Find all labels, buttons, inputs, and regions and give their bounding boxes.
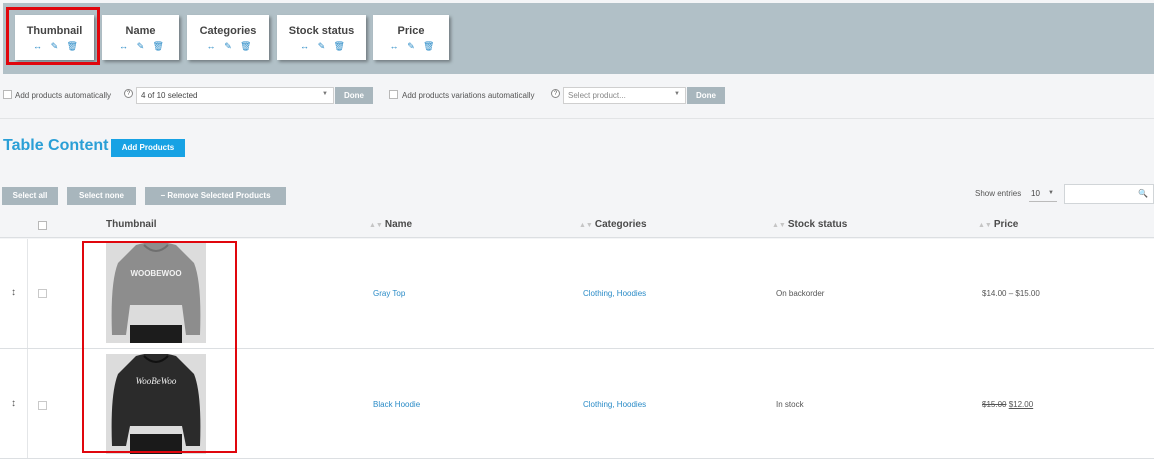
highlight-thumbnail-card [6, 7, 100, 65]
stock-status: In stock [776, 400, 804, 409]
trash-icon[interactable]: 🗑 [334, 41, 345, 51]
show-entries-label: Show entries [975, 189, 1022, 198]
column-card-price[interactable]: Price ↔ ✎ 🗑 [373, 15, 449, 60]
sort-icon: ▲▼ [772, 222, 786, 229]
chevron-down-icon: ▼ [674, 91, 680, 97]
header-name[interactable]: ▲▼ Name [369, 219, 412, 230]
done-variations-button[interactable]: Done [687, 87, 725, 104]
trash-icon[interactable]: 🗑 [240, 41, 251, 51]
select-none-button[interactable]: Select none [67, 187, 136, 205]
header-stock-status-label: Stock status [787, 219, 848, 230]
column-card-label: Categories [199, 25, 257, 37]
select-all-button[interactable]: Select all [2, 187, 58, 205]
header-categories-label: Categories [594, 219, 647, 230]
edit-icon[interactable]: ✎ [223, 41, 233, 51]
search-icon: 🔍 [1138, 189, 1148, 198]
done-button[interactable]: Done [335, 87, 373, 104]
resize-icon[interactable]: ↔ [300, 41, 310, 51]
row-checkbox[interactable] [38, 289, 47, 298]
product-categories-link[interactable]: Clothing, Hoodies [583, 289, 646, 298]
columns-bar: Thumbnail ↔ ✎ 🗑 Name ↔ ✎ 🗑 Categories ↔ ✎ 🗑 St… [3, 3, 1154, 74]
highlight-thumbnails [82, 241, 237, 453]
edit-icon[interactable]: ✎ [136, 41, 146, 51]
select-product-placeholder: Select product... [568, 91, 626, 100]
header-stock-status[interactable]: ▲▼ Stock status [772, 219, 847, 230]
column-card-label: Price [397, 25, 425, 37]
header-price[interactable]: ▲▼ Price [978, 219, 1018, 230]
column-card-name[interactable]: Name ↔ ✎ 🗑 [102, 15, 179, 60]
product-name-link[interactable]: Black Hoodie [373, 400, 420, 409]
column-card-label: Name [125, 25, 156, 37]
column-card-label: Stock status [288, 25, 355, 37]
drag-handle-icon[interactable]: ↕ [0, 239, 28, 348]
products-select[interactable]: 4 of 10 selected ▼ [136, 87, 334, 104]
price: $15.00 $12.00 [982, 400, 1033, 409]
options-row: Add products automatically ? 4 of 10 sel… [0, 85, 1154, 105]
entries-value: 10 [1031, 189, 1040, 198]
old-price: $15.00 [982, 400, 1007, 409]
entries-select[interactable]: 10 ▼ [1029, 186, 1057, 202]
resize-icon[interactable]: ↔ [119, 41, 129, 51]
product-categories-link[interactable]: Clothing, Hoodies [583, 400, 646, 409]
sort-icon: ▲▼ [369, 222, 383, 229]
trash-icon[interactable]: 🗑 [153, 41, 164, 51]
product-name-link[interactable]: Gray Top [373, 289, 405, 298]
select-product-input[interactable]: Select product... ▼ [563, 87, 686, 104]
search-input[interactable]: 🔍 [1064, 184, 1154, 204]
header-name-label: Name [384, 219, 413, 230]
select-all-checkbox[interactable] [38, 221, 47, 230]
edit-icon[interactable]: ✎ [406, 41, 416, 51]
header-thumbnail: Thumbnail [106, 219, 157, 230]
products-select-value: 4 of 10 selected [141, 91, 198, 100]
add-products-button[interactable]: Add Products [111, 139, 185, 157]
edit-icon[interactable]: ✎ [317, 41, 327, 51]
remove-selected-button[interactable]: − Remove Selected Products [145, 187, 286, 205]
help-icon[interactable]: ? [551, 89, 560, 98]
row-checkbox[interactable] [38, 401, 47, 410]
resize-icon[interactable]: ↔ [389, 41, 399, 51]
chevron-down-icon: ▼ [1048, 190, 1054, 196]
sale-price: $12.00 [1008, 400, 1034, 409]
drag-handle-icon[interactable]: ↕ [0, 349, 28, 458]
chevron-down-icon: ▼ [322, 91, 328, 97]
add-products-auto-checkbox[interactable] [3, 90, 12, 99]
sort-icon: ▲▼ [978, 222, 992, 229]
add-variations-auto-checkbox[interactable] [389, 90, 398, 99]
resize-icon[interactable]: ↔ [206, 41, 216, 51]
divider [0, 118, 1154, 119]
header-price-label: Price [993, 219, 1019, 230]
sort-icon: ▲▼ [579, 222, 593, 229]
stock-status: On backorder [776, 289, 825, 298]
help-icon[interactable]: ? [124, 89, 133, 98]
table-header: Thumbnail ▲▼ Name ▲▼ Categories ▲▼ Stock st… [0, 211, 1154, 238]
header-categories[interactable]: ▲▼ Categories [579, 219, 647, 230]
price: $14.00 – $15.00 [982, 289, 1040, 298]
table-content-title: Table Content [3, 137, 109, 154]
column-card-stock-status[interactable]: Stock status ↔ ✎ 🗑 [277, 15, 366, 60]
column-card-categories[interactable]: Categories ↔ ✎ 🗑 [187, 15, 269, 60]
trash-icon[interactable]: 🗑 [423, 41, 434, 51]
add-variations-auto-label: Add products variations automatically [402, 91, 535, 100]
add-products-auto-label: Add products automatically [15, 91, 112, 100]
